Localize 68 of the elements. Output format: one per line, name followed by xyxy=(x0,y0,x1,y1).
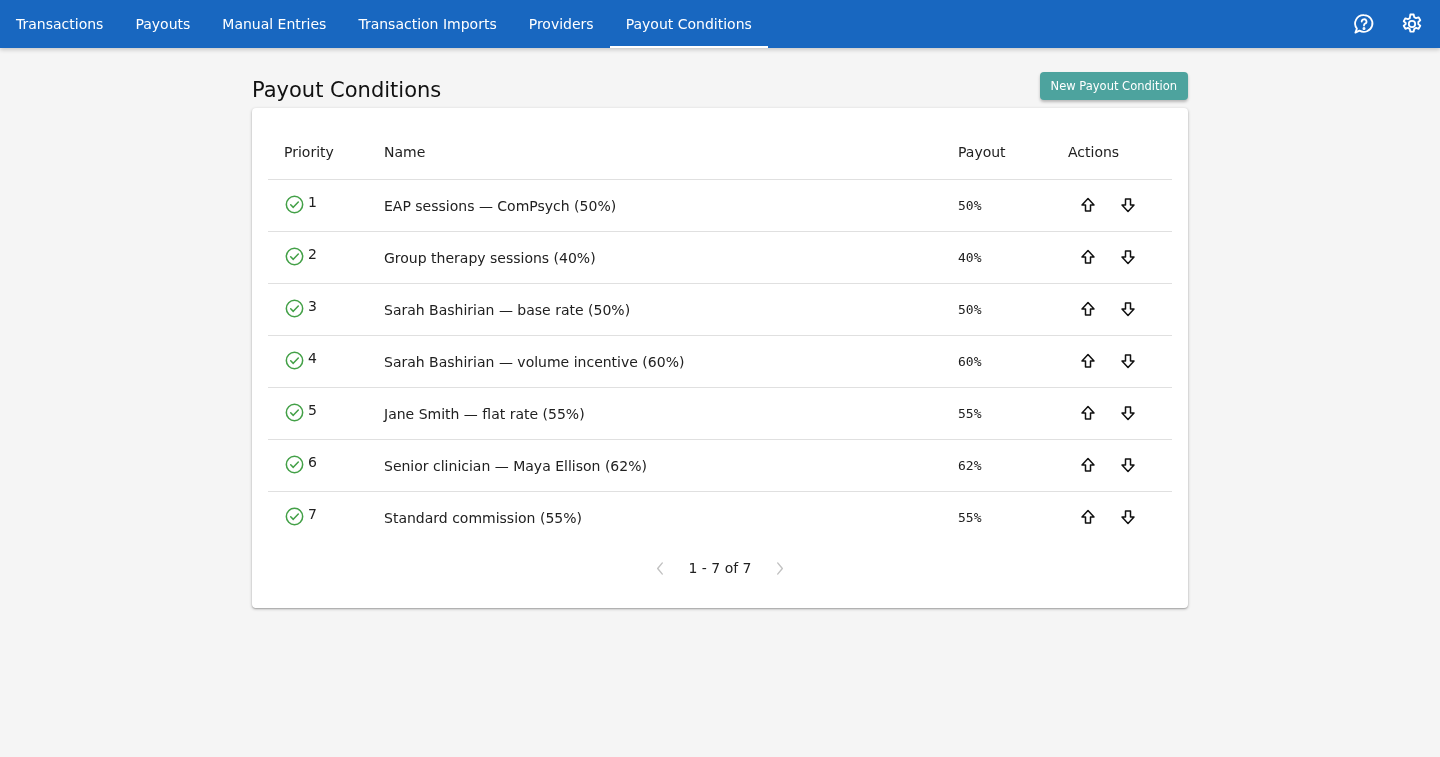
table-cell: 55% xyxy=(942,491,1052,543)
table-cell: EAP sessions — ComPsych (50%) xyxy=(368,179,942,232)
arrow-up-icon xyxy=(1080,457,1096,473)
move-down-button[interactable] xyxy=(1118,403,1138,423)
settings-button[interactable] xyxy=(1400,12,1424,36)
arrow-down-icon xyxy=(1120,509,1136,525)
settings-icon xyxy=(1400,12,1424,36)
table-cell: Standard commission (55%) xyxy=(368,491,942,543)
table-cell: Senior clinician — Maya Ellison (62%) xyxy=(368,439,942,492)
arrow-up-icon xyxy=(1080,509,1096,525)
move-down-button[interactable] xyxy=(1118,507,1138,527)
arrow-up-icon xyxy=(1080,405,1096,421)
nav-tab[interactable]: Transactions xyxy=(0,0,120,48)
priority-number: 3 xyxy=(308,297,317,315)
move-down-button[interactable] xyxy=(1118,247,1138,267)
arrow-down-icon xyxy=(1120,249,1136,265)
move-up-button[interactable] xyxy=(1078,507,1098,527)
arrow-down-icon xyxy=(1120,405,1136,421)
arrow-down-icon xyxy=(1120,197,1136,213)
priority-number: 7 xyxy=(308,505,317,523)
arrow-down-icon xyxy=(1120,301,1136,317)
table-cell: 62% xyxy=(942,439,1052,492)
priority-number: 5 xyxy=(308,401,317,419)
column-header: Payout xyxy=(942,125,1052,180)
move-down-button[interactable] xyxy=(1118,351,1138,371)
priority-number: 4 xyxy=(308,349,317,367)
table-cell: Sarah Bashirian — volume incentive (60%) xyxy=(368,335,942,388)
move-up-button[interactable] xyxy=(1078,195,1098,215)
move-up-button[interactable] xyxy=(1078,351,1098,371)
arrow-up-icon xyxy=(1080,353,1096,369)
priority-number: 2 xyxy=(308,245,317,263)
help-icon xyxy=(1352,12,1376,36)
chevron-left-icon xyxy=(656,561,665,575)
arrow-up-icon xyxy=(1080,301,1096,317)
chevron-right-icon xyxy=(775,561,784,575)
table-cell: 50% xyxy=(942,283,1052,336)
table-cell: Group therapy sessions (40%) xyxy=(368,231,942,284)
new-payout-condition-button[interactable]: New Payout Condition xyxy=(1039,72,1188,100)
table-cell: 50% xyxy=(942,179,1052,232)
priority-number: 6 xyxy=(308,453,317,471)
priority-number: 1 xyxy=(308,193,317,211)
nav-tab[interactable]: Payout Conditions xyxy=(609,0,768,48)
arrow-down-icon xyxy=(1120,457,1136,473)
nav-tab[interactable]: Payouts xyxy=(119,0,207,48)
column-header: Actions xyxy=(1052,125,1172,180)
move-down-button[interactable] xyxy=(1118,195,1138,215)
help-button[interactable] xyxy=(1352,12,1376,36)
move-up-button[interactable] xyxy=(1078,403,1098,423)
page-title: Payout Conditions xyxy=(252,77,442,104)
table-cell: 55% xyxy=(942,387,1052,440)
table-cell: Jane Smith — flat rate (55%) xyxy=(368,387,942,440)
arrow-down-icon xyxy=(1120,353,1136,369)
table-cell: Sarah Bashirian — base rate (50%) xyxy=(368,283,942,336)
move-down-button[interactable] xyxy=(1118,299,1138,319)
column-header: Priority xyxy=(268,125,368,180)
page-range-text: 1 - 7 of 7 xyxy=(688,560,752,576)
move-up-button[interactable] xyxy=(1078,299,1098,319)
table-cell: 60% xyxy=(942,335,1052,388)
move-up-button[interactable] xyxy=(1078,247,1098,267)
table-cell: 40% xyxy=(942,231,1052,284)
move-up-button[interactable] xyxy=(1078,455,1098,475)
move-down-button[interactable] xyxy=(1118,455,1138,475)
nav-tab[interactable]: Providers xyxy=(512,0,610,48)
nav-tab[interactable]: Transaction Imports xyxy=(342,0,513,48)
column-header: Name xyxy=(368,125,942,180)
nav-tab[interactable]: Manual Entries xyxy=(206,0,343,48)
arrow-up-icon xyxy=(1080,197,1096,213)
arrow-up-icon xyxy=(1080,249,1096,265)
